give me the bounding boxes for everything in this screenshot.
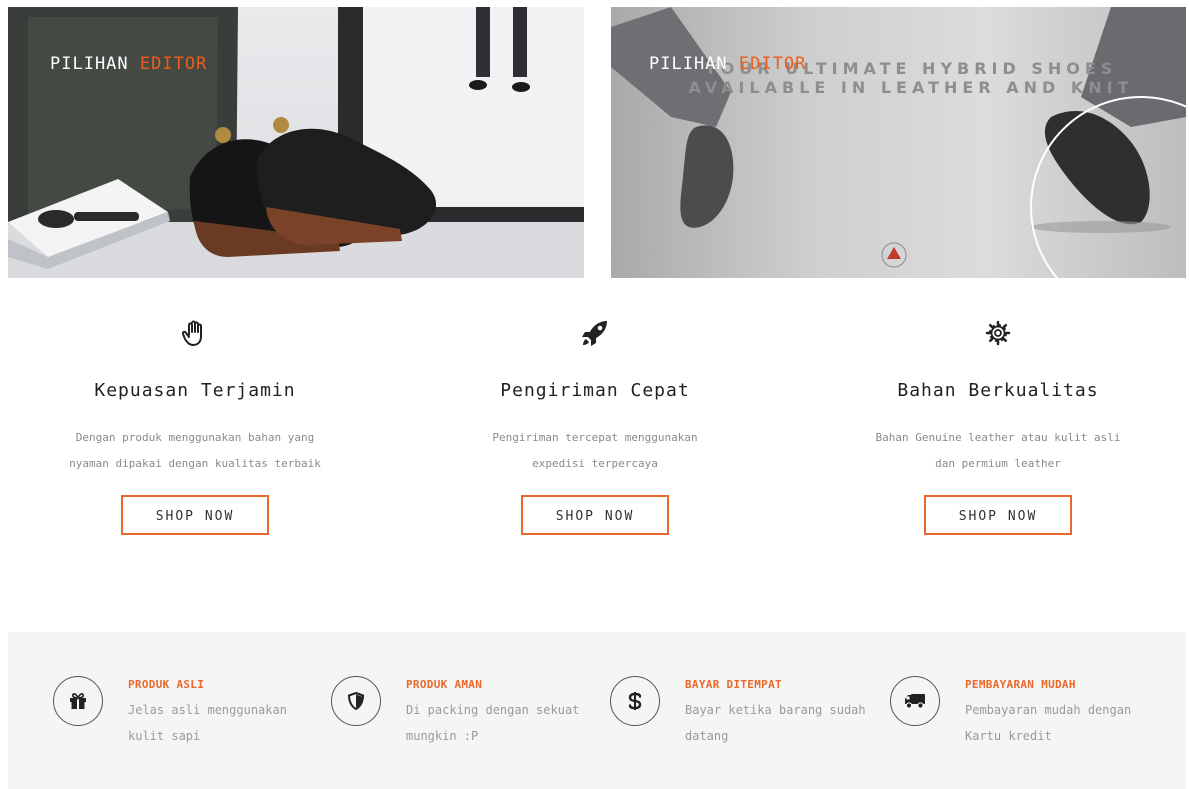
rocket-icon	[445, 316, 745, 350]
banner-right-label: PILIHAN EDITOR	[649, 54, 807, 74]
feature-title: Bahan Berkualitas	[897, 380, 1099, 401]
shop-now-button[interactable]: SHOP NOW	[924, 495, 1072, 535]
dollar-icon	[610, 676, 660, 726]
shop-now-button[interactable]: SHOP NOW	[121, 495, 269, 535]
benefit-title: PRODUK AMAN	[406, 678, 483, 691]
shop-now-button[interactable]: SHOP NOW	[521, 495, 669, 535]
banner-right-label-accent: EDITOR	[738, 54, 807, 74]
feature-description: Bahan Genuine leather atau kulit asli da…	[875, 431, 1121, 470]
benefits-strip: PRODUK ASLI Jelas asli menggunakan kulit…	[8, 632, 1186, 789]
feature-title: Kepuasan Terjamin	[94, 380, 296, 401]
banner-right[interactable]: YOUR ULTIMATE HYBRID SHOES AVAILABLE IN …	[611, 7, 1186, 278]
banner-right-image	[611, 7, 1186, 278]
gear-icon	[848, 316, 1148, 350]
banner-left-label: PILIHAN EDITOR	[50, 54, 208, 74]
benefit-title: BAYAR DITEMPAT	[685, 678, 782, 691]
benefit-title: PRODUK ASLI	[128, 678, 205, 691]
feature-title: Pengiriman Cepat	[500, 380, 690, 401]
feature-description: Dengan produk menggunakan bahan yang nya…	[69, 431, 321, 470]
feature-card-pengiriman: Pengiriman Cepat Pengiriman tercepat men…	[445, 316, 745, 535]
feature-card-kepuasan: Kepuasan Terjamin Dengan produk mengguna…	[45, 316, 345, 535]
benefit-description: Di packing dengan sekuat mungkin :P	[406, 703, 580, 743]
banner-left[interactable]: PILIHAN EDITOR	[8, 7, 584, 278]
banner-right-promo-line2: AVAILABLE IN LEATHER AND KNIT	[688, 78, 1134, 97]
feature-description: Pengiriman tercepat menggunakan expedisi…	[492, 431, 698, 470]
banner-left-image	[8, 7, 584, 278]
benefit-description: Pembayaran mudah dengan Kartu kredit	[965, 703, 1132, 743]
gift-icon	[53, 676, 103, 726]
feature-card-bahan: Bahan Berkualitas Bahan Genuine leather …	[848, 316, 1148, 535]
hand-icon	[45, 316, 345, 350]
banner-left-label-accent: EDITOR	[139, 54, 208, 74]
benefit-produk-aman: PRODUK AMAN Di packing dengan sekuat mun…	[331, 676, 601, 746]
benefit-description: Bayar ketika barang sudah datang	[685, 703, 866, 743]
benefit-pembayaran-mudah: PEMBAYARAN MUDAH Pembayaran mudah dengan…	[890, 676, 1160, 746]
benefit-description: Jelas asli menggunakan kulit sapi	[128, 703, 287, 743]
benefit-title: PEMBAYARAN MUDAH	[965, 678, 1076, 691]
shield-icon	[331, 676, 381, 726]
truck-icon	[890, 676, 940, 726]
benefit-bayar-ditempat: BAYAR DITEMPAT Bayar ketika barang sudah…	[610, 676, 880, 746]
benefit-produk-asli: PRODUK ASLI Jelas asli menggunakan kulit…	[53, 676, 323, 746]
